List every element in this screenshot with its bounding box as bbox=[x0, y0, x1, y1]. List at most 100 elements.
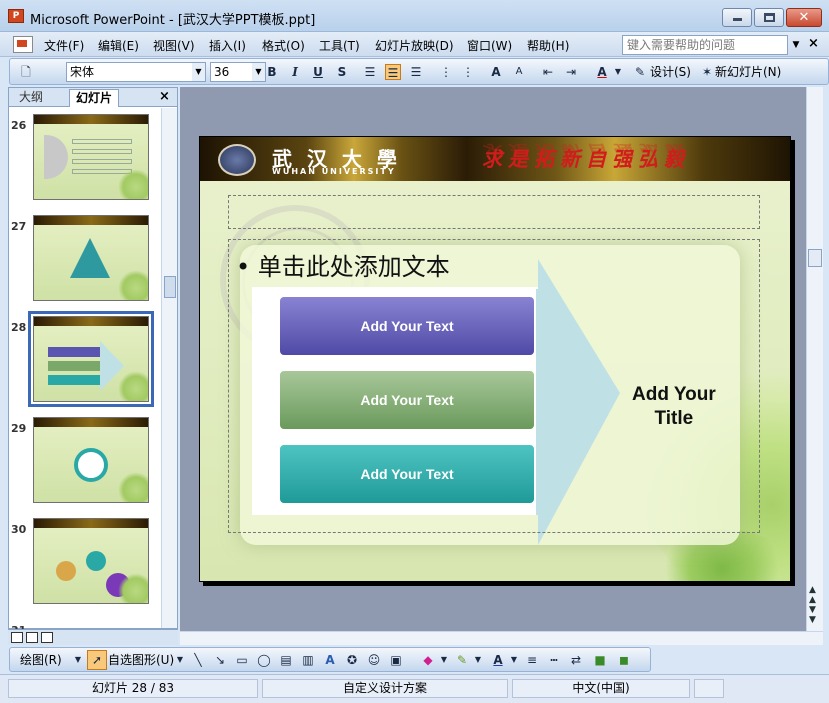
bulleted-list-icon[interactable]: ⋮ bbox=[460, 64, 476, 80]
menu-insert[interactable]: 插入(I) bbox=[209, 37, 246, 54]
tab-slides[interactable]: 幻灯片 bbox=[69, 89, 120, 107]
new-slide-button[interactable]: 新幻灯片(N) bbox=[715, 64, 781, 80]
slide-thumbnail-29[interactable] bbox=[33, 417, 149, 503]
arrow-style-icon[interactable]: ⇄ bbox=[568, 652, 584, 668]
3d-style-icon[interactable]: ◼ bbox=[616, 652, 632, 668]
minimize-icon bbox=[733, 18, 742, 21]
select-arrow-button[interactable]: ➚ bbox=[87, 650, 107, 670]
draw-menu-button[interactable]: 绘图(R) bbox=[20, 652, 62, 668]
chevron-down-icon[interactable]: ▼ bbox=[610, 64, 626, 80]
line-style-icon[interactable]: ≡ bbox=[524, 652, 540, 668]
close-icon[interactable]: × bbox=[159, 89, 170, 104]
menu-view[interactable]: 视图(V) bbox=[153, 37, 195, 54]
slide-sorter-icon[interactable] bbox=[26, 632, 38, 643]
new-document-icon[interactable]: 🗋 bbox=[18, 64, 34, 80]
decrease-indent-icon[interactable]: ⇤ bbox=[540, 64, 556, 80]
thumb-decoration bbox=[118, 573, 148, 603]
chevron-down-icon[interactable]: ▼ bbox=[506, 652, 522, 668]
arrow-title-line1: Add Your bbox=[632, 384, 716, 405]
autoshapes-button[interactable]: 自选图形(U) bbox=[108, 652, 174, 668]
help-search-input[interactable]: 键入需要帮助的问题 bbox=[622, 35, 788, 55]
slide-thumbnail-27[interactable] bbox=[33, 215, 149, 301]
arrow-tool-icon[interactable]: ↘ bbox=[212, 652, 228, 668]
close-button[interactable]: ✕ bbox=[786, 8, 822, 27]
menu-help[interactable]: 帮助(H) bbox=[527, 37, 569, 54]
fill-color-icon[interactable]: ◆ bbox=[420, 652, 436, 668]
slide-scrollbar[interactable]: ▲ ▲ ▼ ▼ bbox=[806, 87, 823, 631]
normal-view-icon[interactable] bbox=[11, 632, 23, 643]
shadow-button[interactable]: S bbox=[334, 64, 350, 80]
vertical-textbox-icon[interactable]: ▥ bbox=[300, 652, 316, 668]
arrow-title[interactable]: Add Your Title bbox=[632, 383, 716, 431]
menu-format[interactable]: 格式(O) bbox=[262, 37, 305, 54]
menu-edit[interactable]: 编辑(E) bbox=[98, 37, 139, 54]
align-left-icon[interactable]: ☰ bbox=[362, 64, 378, 80]
diagram-icon[interactable]: ✪ bbox=[344, 652, 360, 668]
picture-icon[interactable]: ▣ bbox=[388, 652, 404, 668]
increase-font-icon[interactable]: A bbox=[488, 64, 504, 80]
thumb-shape bbox=[74, 448, 108, 482]
line-color-icon[interactable]: ✎ bbox=[454, 652, 470, 668]
thumb-shape bbox=[48, 361, 100, 371]
slide-thumbnail-26[interactable] bbox=[33, 114, 149, 200]
menu-file[interactable]: 文件(F) bbox=[44, 37, 84, 54]
align-center-icon[interactable]: ☰ bbox=[385, 64, 401, 80]
maximize-button[interactable] bbox=[754, 8, 784, 27]
align-right-icon[interactable]: ☰ bbox=[408, 64, 424, 80]
oval-icon[interactable]: ◯ bbox=[256, 652, 272, 668]
menu-slideshow[interactable]: 幻灯片放映(D) bbox=[375, 37, 454, 54]
thumb-shape bbox=[72, 149, 132, 154]
scrollbar-thumb[interactable] bbox=[808, 249, 822, 267]
tab-outline[interactable]: 大纲 bbox=[13, 89, 49, 107]
horizontal-scrollbar[interactable] bbox=[180, 631, 823, 645]
clipart-icon[interactable]: ☺ bbox=[366, 652, 382, 668]
thumbnail-scrollbar[interactable] bbox=[161, 108, 177, 628]
increase-indent-icon[interactable]: ⇥ bbox=[563, 64, 579, 80]
slideshow-view-icon[interactable] bbox=[41, 632, 53, 643]
bold-button[interactable]: B bbox=[264, 64, 280, 80]
decrease-font-icon[interactable]: A bbox=[511, 64, 527, 80]
font-color-icon[interactable]: A bbox=[594, 64, 610, 80]
bullet-text[interactable]: • 单击此处添加文本 bbox=[236, 247, 450, 282]
thumb-decoration bbox=[118, 371, 148, 401]
textbox-icon[interactable]: ▤ bbox=[278, 652, 294, 668]
design-button[interactable]: 设计(S) bbox=[650, 64, 691, 80]
font-name-select[interactable]: 宋体 ▼ bbox=[66, 62, 206, 82]
chevron-down-icon[interactable]: ▼ bbox=[789, 35, 803, 55]
menu-tools[interactable]: 工具(T) bbox=[319, 37, 360, 54]
prev-next-slide-icon[interactable]: ▲ ▲ ▼ ▼ bbox=[809, 585, 816, 625]
slide-thumbnail-30[interactable] bbox=[33, 518, 149, 604]
close-icon: ✕ bbox=[798, 10, 810, 25]
wordart-icon[interactable]: A bbox=[322, 652, 338, 668]
rectangle-icon[interactable]: ▭ bbox=[234, 652, 250, 668]
title-placeholder[interactable] bbox=[228, 195, 760, 229]
minimize-button[interactable] bbox=[722, 8, 752, 27]
font-color-icon[interactable]: A bbox=[490, 652, 506, 668]
italic-button[interactable]: I bbox=[287, 64, 303, 80]
pointer-icon: ➚ bbox=[91, 653, 103, 667]
shadow-style-icon[interactable]: ■ bbox=[592, 652, 608, 668]
design-template-name: 自定义设计方案 bbox=[262, 679, 508, 698]
font-size-select[interactable]: 36 ▼ bbox=[210, 62, 266, 82]
chevron-down-icon[interactable]: ▼ bbox=[470, 652, 486, 668]
menu-window[interactable]: 窗口(W) bbox=[467, 37, 512, 54]
line-icon[interactable]: ╲ bbox=[190, 652, 206, 668]
window-title: Microsoft PowerPoint - [武汉大学PPT模板.ppt] bbox=[30, 13, 316, 28]
powerpoint-icon[interactable]: P bbox=[8, 9, 24, 23]
current-slide[interactable]: 武 汉 大 學 WUHAN UNIVERSITY 求是拓新自强弘毅 求是拓新自强… bbox=[199, 136, 791, 582]
dash-style-icon[interactable]: ┅ bbox=[546, 652, 562, 668]
chevron-down-icon: ▼ bbox=[192, 63, 205, 81]
chevron-down-icon[interactable]: ▼ bbox=[436, 652, 452, 668]
chevron-down-icon[interactable]: ▼ bbox=[70, 652, 86, 668]
text-box-1[interactable]: Add Your Text bbox=[278, 295, 536, 357]
document-close-icon[interactable]: × bbox=[808, 36, 819, 51]
numbered-list-icon[interactable]: ⋮ bbox=[438, 64, 454, 80]
new-slide-icon: ✶ bbox=[701, 65, 713, 79]
slide-thumbnail-28[interactable] bbox=[28, 311, 154, 407]
document-icon[interactable] bbox=[13, 36, 33, 53]
text-box-3[interactable]: Add Your Text bbox=[278, 443, 536, 505]
chevron-down-icon[interactable]: ▼ bbox=[172, 652, 188, 668]
underline-button[interactable]: U bbox=[310, 64, 326, 80]
text-box-2[interactable]: Add Your Text bbox=[278, 369, 536, 431]
scrollbar-thumb[interactable] bbox=[164, 276, 176, 298]
